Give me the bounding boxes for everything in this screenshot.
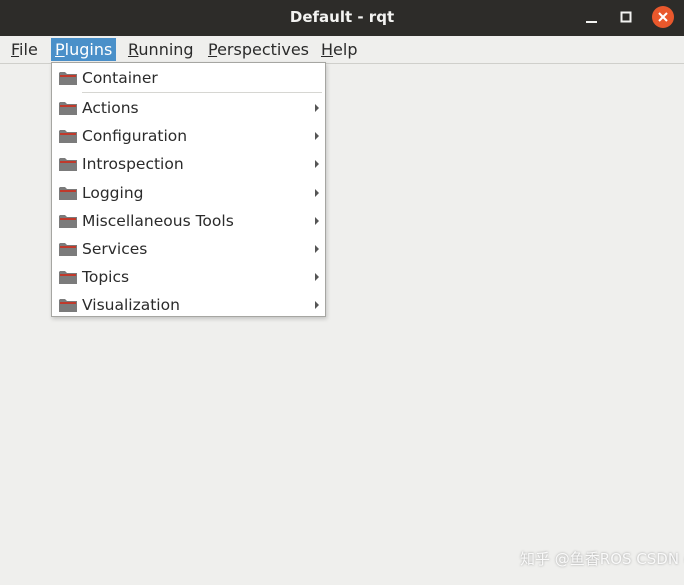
menu-item-label: Actions [82, 99, 139, 117]
folder-icon [59, 243, 77, 256]
menu-item-label: Configuration [82, 127, 188, 145]
menu-file-label: ile [19, 40, 38, 59]
menu-item-configuration[interactable]: Configuration [52, 123, 325, 149]
menu-item-container[interactable]: Container [52, 65, 325, 91]
folder-icon [59, 271, 77, 284]
menu-item-label: Visualization [82, 296, 180, 314]
menu-perspectives[interactable]: Perspectives [204, 38, 313, 61]
menu-item-visualization[interactable]: Visualization [52, 292, 325, 318]
menu-running-mnemonic: R [128, 40, 139, 59]
menu-help[interactable]: Help [317, 38, 361, 61]
menu-separator [82, 92, 322, 93]
menu-perspectives-mnemonic: P [208, 40, 218, 59]
menu-item-label: Introspection [82, 155, 184, 173]
folder-icon [59, 130, 77, 143]
folder-icon [59, 187, 77, 200]
title-bar[interactable]: Default - rqt [0, 0, 684, 36]
close-button[interactable] [652, 6, 674, 28]
close-icon [658, 12, 668, 22]
rqt-window: Default - rqt File Plugins Running Persp… [0, 0, 684, 585]
menu-help-mnemonic: H [321, 40, 334, 59]
menu-item-introspection[interactable]: Introspection [52, 151, 325, 177]
menu-item-label: Topics [82, 268, 130, 286]
menu-item-actions[interactable]: Actions [52, 95, 325, 121]
menu-perspectives-label: erspectives [217, 40, 309, 59]
menu-help-label: elp [333, 40, 358, 59]
menu-item-services[interactable]: Services [52, 236, 325, 262]
submenu-arrow-icon [315, 217, 319, 225]
submenu-arrow-icon [315, 132, 319, 140]
menu-item-label: Container [82, 69, 158, 87]
folder-icon [59, 102, 77, 115]
maximize-button[interactable] [614, 6, 638, 30]
menu-item-topics[interactable]: Topics [52, 264, 325, 290]
submenu-arrow-icon [315, 273, 319, 281]
watermark: 知乎 @鱼香ROS CSDN @鱼香ROS [520, 550, 684, 568]
menu-item-label: Logging [82, 184, 144, 202]
minimize-icon [586, 21, 597, 23]
folder-icon [59, 158, 77, 171]
menu-item-label: Services [82, 240, 148, 258]
folder-icon [59, 299, 77, 312]
menu-running[interactable]: Running [124, 38, 198, 61]
minimize-button[interactable] [580, 6, 604, 30]
menu-file[interactable]: File [7, 38, 42, 61]
menu-item-logging[interactable]: Logging [52, 180, 325, 206]
submenu-arrow-icon [315, 104, 319, 112]
menu-item-label: Miscellaneous Tools [82, 212, 234, 230]
plugins-dropdown-menu: Container Actions Configuration Introspe… [51, 62, 326, 317]
submenu-arrow-icon [315, 189, 319, 197]
folder-icon [59, 215, 77, 228]
menu-plugins-label: lugins [64, 40, 113, 59]
submenu-arrow-icon [315, 245, 319, 253]
folder-icon [59, 72, 77, 85]
submenu-arrow-icon [315, 160, 319, 168]
menu-item-miscellaneous-tools[interactable]: Miscellaneous Tools [52, 208, 325, 234]
menu-plugins-mnemonic: P [55, 40, 65, 59]
submenu-arrow-icon [315, 301, 319, 309]
menu-running-label: unning [138, 40, 194, 59]
menu-file-mnemonic: F [11, 40, 20, 59]
maximize-icon [620, 11, 632, 23]
menu-bar: File Plugins Running Perspectives Help [0, 36, 684, 64]
menu-plugins[interactable]: Plugins [51, 38, 117, 61]
